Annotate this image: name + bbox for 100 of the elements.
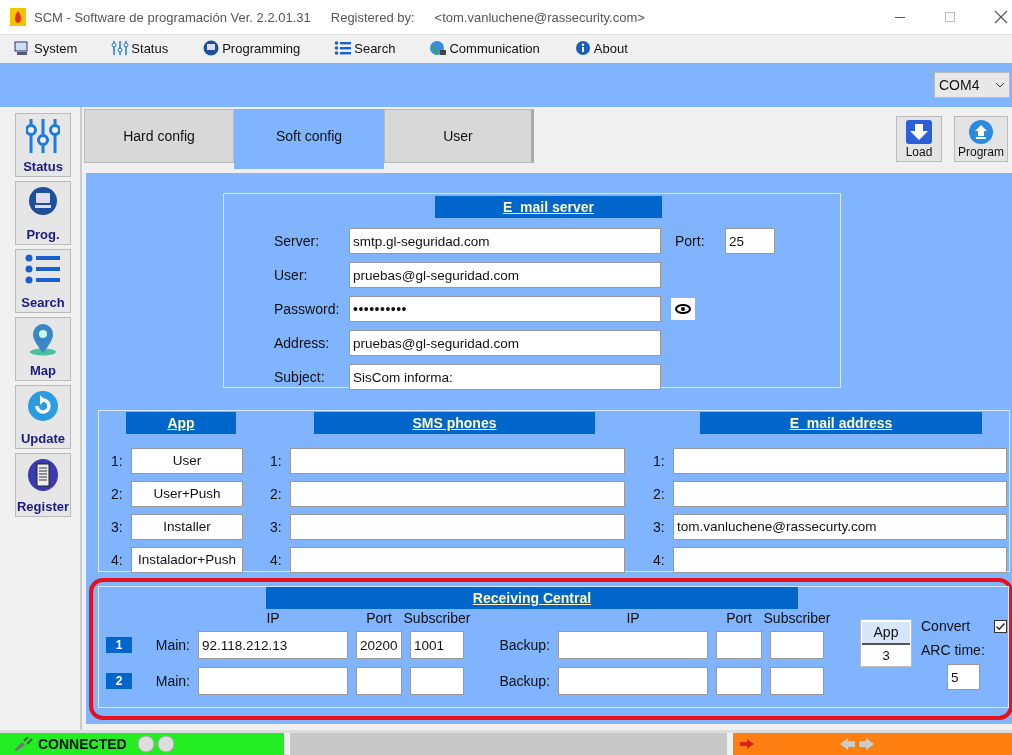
field-label: Backup: bbox=[498, 637, 550, 653]
input-field[interactable] bbox=[770, 631, 824, 659]
input-field[interactable] bbox=[716, 667, 762, 695]
computer-icon bbox=[28, 186, 58, 216]
input-field[interactable]: 5 bbox=[947, 664, 980, 690]
input-field[interactable]: Installer bbox=[131, 513, 243, 540]
sidebar-button[interactable]: Register bbox=[15, 453, 71, 517]
tab[interactable]: Soft config bbox=[234, 109, 384, 169]
input-field[interactable]: tom.vanluchene@rassecurty.com bbox=[673, 513, 1007, 540]
line-number: 1 bbox=[106, 637, 132, 653]
input-field[interactable] bbox=[290, 480, 625, 507]
input-field[interactable]: SisCom informa: bbox=[349, 364, 661, 390]
row-number: 3: bbox=[270, 518, 283, 535]
field-label: Address: bbox=[274, 335, 331, 351]
field-label: ARC time: bbox=[921, 642, 986, 658]
upload-icon bbox=[968, 119, 994, 145]
column-header: Subscriber bbox=[762, 610, 832, 626]
list-icon bbox=[334, 40, 353, 56]
refresh-icon bbox=[27, 390, 59, 422]
row-number: 3: bbox=[653, 518, 666, 535]
document-icon bbox=[27, 458, 59, 492]
input-field[interactable] bbox=[558, 631, 708, 659]
menu-item[interactable]: Status bbox=[111, 40, 169, 56]
row-number: 2: bbox=[653, 485, 666, 502]
port-select[interactable]: COM4 bbox=[934, 72, 1010, 98]
input-field[interactable]: pruebas@gl-seguridad.com bbox=[349, 330, 661, 356]
sliders-icon bbox=[26, 118, 60, 154]
menu-item[interactable]: Search bbox=[334, 40, 396, 56]
sidebar-button[interactable]: Search bbox=[15, 249, 71, 313]
input-field[interactable] bbox=[716, 631, 762, 659]
field-label: Server: bbox=[274, 233, 321, 249]
input-field[interactable]: User bbox=[131, 447, 243, 474]
close-icon[interactable] bbox=[994, 10, 1008, 24]
row-number: 2: bbox=[270, 485, 283, 502]
input-field[interactable]: 25 bbox=[725, 228, 775, 254]
download-icon bbox=[905, 119, 933, 145]
section-header: E_mail address bbox=[700, 412, 982, 434]
field-label: User: bbox=[274, 267, 309, 283]
field-label: Password: bbox=[274, 301, 341, 317]
input-field[interactable] bbox=[673, 480, 1007, 507]
input-field[interactable]: 92.118.212.13 bbox=[198, 631, 348, 659]
section-header: SMS phones bbox=[314, 412, 595, 434]
tab[interactable]: User bbox=[384, 109, 534, 163]
input-field[interactable]: User+Push bbox=[131, 480, 243, 507]
map-pin-icon bbox=[28, 322, 58, 356]
input-field[interactable] bbox=[410, 667, 464, 695]
sidebar-button[interactable]: Map bbox=[15, 317, 71, 381]
input-field[interactable] bbox=[770, 667, 824, 695]
eye-icon bbox=[675, 304, 691, 314]
field-label: Backup: bbox=[498, 673, 550, 689]
input-field[interactable]: 1001 bbox=[410, 631, 464, 659]
app-value: 3 bbox=[882, 648, 890, 663]
sidebar-button[interactable]: Update bbox=[15, 385, 71, 449]
app-button[interactable]: App bbox=[862, 622, 910, 645]
column-header: IP bbox=[265, 610, 281, 626]
chevron-down-icon bbox=[995, 82, 1005, 88]
window-title: SCM - Software de programación Ver. 2.2.01.31 bbox=[34, 9, 311, 25]
menu-item[interactable]: About bbox=[573, 40, 628, 56]
field-label: Main: bbox=[154, 637, 190, 653]
checkbox-label: Convert bbox=[921, 618, 971, 634]
input-field[interactable] bbox=[558, 667, 708, 695]
sidebar-button[interactable]: Prog. bbox=[15, 181, 71, 245]
column-header: Port bbox=[365, 610, 393, 626]
input-field[interactable] bbox=[356, 667, 402, 695]
sidebar-button[interactable]: Status bbox=[15, 113, 71, 177]
input-field[interactable]: •••••••••• bbox=[349, 296, 661, 322]
toolbar-button[interactable]: Load bbox=[896, 116, 942, 162]
row-number: 1: bbox=[270, 452, 283, 469]
monitor-icon bbox=[202, 40, 221, 56]
column-header: Subscriber bbox=[402, 610, 472, 626]
left-right-arrows-icon bbox=[839, 737, 875, 751]
input-field[interactable]: smtp.gl-seguridad.com bbox=[349, 228, 661, 254]
menu-item[interactable]: System bbox=[14, 40, 78, 56]
field-label: Port: bbox=[675, 233, 706, 249]
column-header: Port bbox=[725, 610, 753, 626]
input-field[interactable] bbox=[673, 447, 1007, 474]
input-field[interactable] bbox=[673, 546, 1007, 573]
checkbox[interactable] bbox=[994, 619, 1008, 633]
toolbar-button[interactable]: Program bbox=[954, 116, 1008, 162]
plug-icon bbox=[12, 737, 34, 751]
tab[interactable]: Hard config bbox=[84, 109, 234, 163]
input-field[interactable]: 20200 bbox=[356, 631, 402, 659]
column-header: IP bbox=[625, 610, 641, 626]
row-number: 4: bbox=[111, 551, 124, 568]
app-logo-icon bbox=[10, 8, 26, 26]
input-field[interactable] bbox=[198, 667, 348, 695]
registered-email: <tom.vanluchene@rassecurity.com> bbox=[434, 9, 645, 25]
maximize-icon[interactable] bbox=[944, 11, 956, 23]
input-field[interactable] bbox=[290, 546, 625, 573]
menu-item[interactable]: Programming bbox=[202, 40, 301, 56]
input-field[interactable]: Instalador+Push bbox=[131, 546, 243, 573]
input-field[interactable]: pruebas@gl-seguridad.com bbox=[349, 262, 661, 288]
input-field[interactable] bbox=[290, 513, 625, 540]
show-password-button[interactable] bbox=[671, 298, 695, 320]
section-header: E_mail server bbox=[435, 196, 662, 218]
menu-item[interactable]: Communication bbox=[429, 40, 540, 56]
row-number: 1: bbox=[653, 452, 666, 469]
connection-text: CONNECTED bbox=[38, 736, 127, 752]
globe-icon bbox=[429, 40, 448, 56]
input-field[interactable] bbox=[290, 447, 625, 474]
